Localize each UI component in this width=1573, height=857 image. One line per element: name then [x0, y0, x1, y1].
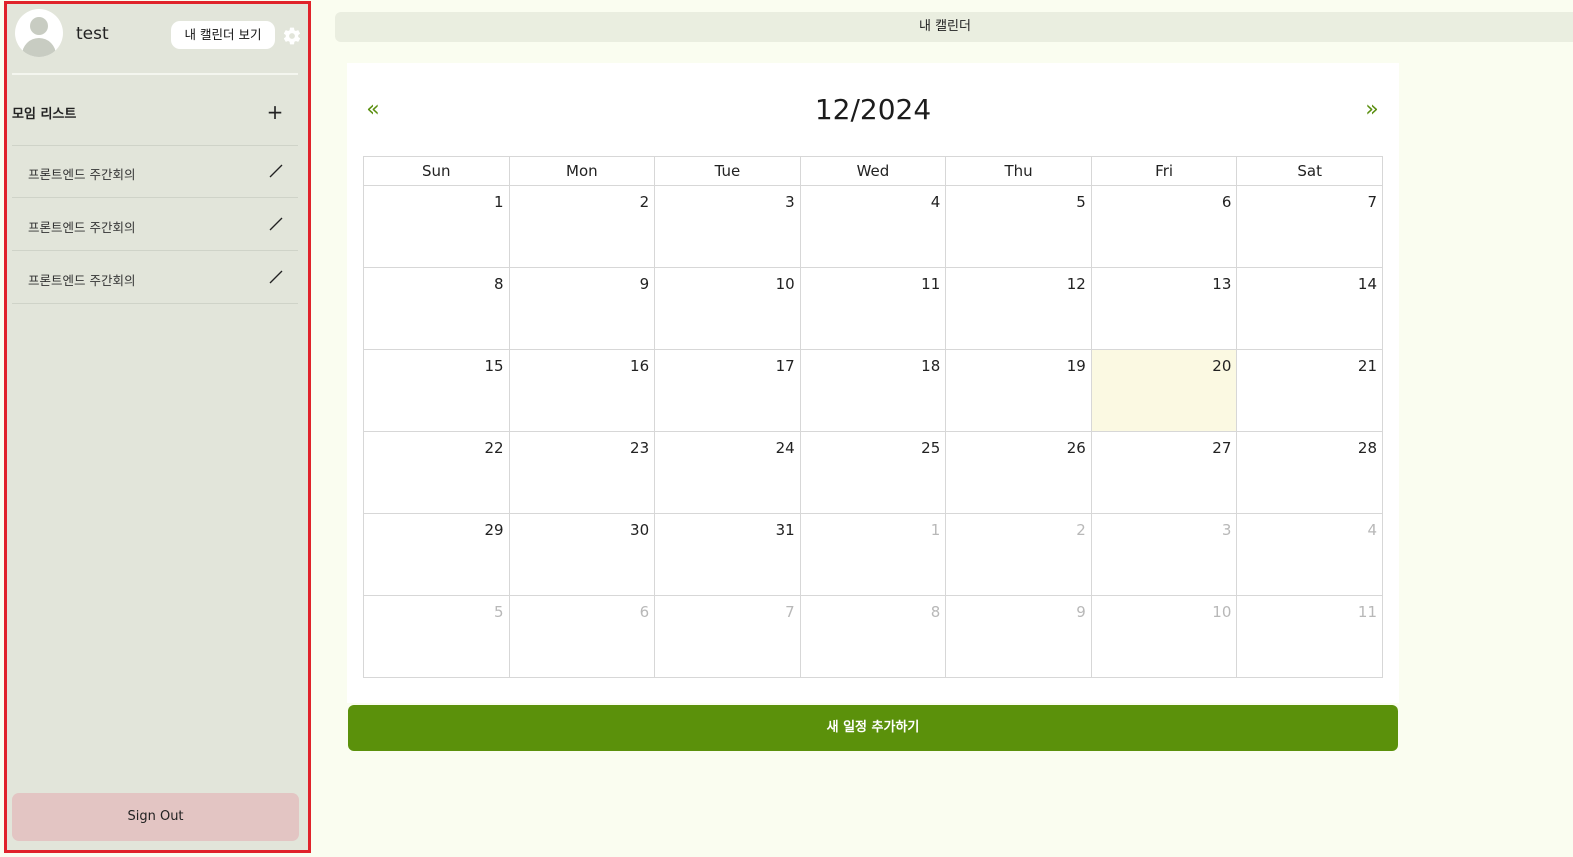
- calendar-day[interactable]: 9: [508, 267, 656, 350]
- weekday-header-row: Sun Mon Tue Wed Thu Fri Sat: [363, 156, 1383, 186]
- calendar-day[interactable]: 27: [1090, 431, 1238, 514]
- calendar-day[interactable]: 11: [799, 267, 947, 350]
- calendar-day-other-month[interactable]: 9: [945, 595, 1092, 678]
- group-item-label: 프론트엔드 주간회의: [28, 273, 136, 288]
- calendar-day[interactable]: 22: [363, 431, 510, 514]
- weekday-header: Sat: [1236, 156, 1383, 186]
- calendar-day-other-month[interactable]: 8: [799, 595, 947, 678]
- gear-icon[interactable]: [282, 26, 302, 46]
- calendar-day[interactable]: 4: [799, 185, 947, 268]
- calendar-grid: Sun Mon Tue Wed Thu Fri Sat 1 2 3 4 5 6 7 8 9 10 1…: [363, 156, 1383, 678]
- calendar-week-row: 8 9 10 11 12 13 14: [363, 267, 1383, 350]
- calendar-day[interactable]: 8: [363, 267, 510, 350]
- calendar-day[interactable]: 25: [799, 431, 947, 514]
- calendar-day-other-month[interactable]: 11: [1236, 595, 1383, 678]
- weekday-header: Wed: [799, 156, 947, 186]
- calendar-day[interactable]: 18: [799, 349, 947, 432]
- calendar-week-row: 1234567: [363, 185, 1383, 268]
- calendar-day-other-month[interactable]: 10: [1090, 595, 1238, 678]
- add-event-button[interactable]: 새 일정 추가하기: [348, 705, 1398, 751]
- calendar-day[interactable]: 10: [654, 267, 801, 350]
- calendar-day[interactable]: 1: [363, 185, 510, 268]
- weekday-header: Tue: [654, 156, 801, 186]
- calendar-day[interactable]: 21: [1236, 349, 1383, 432]
- pencil-icon[interactable]: [267, 215, 285, 233]
- sidebar: test 내 캘린더 보기 모임 리스트 + 프론트엔드 주간회의 프론트엔드 …: [4, 1, 311, 853]
- calendar-day-other-month[interactable]: 3: [1090, 513, 1238, 596]
- group-list-title: 모임 리스트: [12, 107, 77, 122]
- pencil-icon[interactable]: [267, 268, 285, 286]
- calendar-day[interactable]: 12: [945, 267, 1092, 350]
- calendar-day-other-month[interactable]: 1: [799, 513, 947, 596]
- group-item[interactable]: 프론트엔드 주간회의: [12, 252, 298, 304]
- calendar-week-row: 22 23 24 25 26 27 28: [363, 431, 1383, 514]
- weekday-header: Mon: [508, 156, 656, 186]
- pencil-icon[interactable]: [267, 162, 285, 180]
- calendar-day[interactable]: 6: [1090, 185, 1238, 268]
- calendar-day[interactable]: 24: [654, 431, 801, 514]
- calendar-day-other-month[interactable]: 4: [1236, 513, 1383, 596]
- double-chevron-left-icon[interactable]: «: [361, 96, 385, 124]
- calendar-day[interactable]: 13: [1090, 267, 1238, 350]
- calendar-day[interactable]: 31: [654, 513, 801, 596]
- calendar-day[interactable]: 30: [508, 513, 656, 596]
- calendar-day[interactable]: 7: [1236, 185, 1383, 268]
- double-chevron-right-icon[interactable]: »: [1360, 96, 1384, 124]
- calendar-day[interactable]: 14: [1236, 267, 1383, 350]
- calendar-day[interactable]: 28: [1236, 431, 1383, 514]
- calendar-day[interactable]: 19: [945, 349, 1092, 432]
- calendar-week-row: 5 6 7 8 9 10 11: [363, 595, 1383, 678]
- page-title: 내 캘린더: [919, 19, 971, 34]
- calendar-day[interactable]: 2: [508, 185, 656, 268]
- weekday-header: Fri: [1090, 156, 1238, 186]
- group-item[interactable]: 프론트엔드 주간회의: [12, 199, 298, 251]
- calendar-week-row: 15 16 17 18 19 20 21: [363, 349, 1383, 432]
- profile-divider: [12, 73, 298, 75]
- page-title-bar: 내 캘린더: [335, 12, 1573, 42]
- calendar-week-row: 29 30 31 1 2 3 4: [363, 513, 1383, 596]
- group-item-label: 프론트엔드 주간회의: [28, 220, 136, 235]
- profile-header: test 내 캘린더 보기: [12, 8, 304, 64]
- calendar-day[interactable]: 5: [945, 185, 1092, 268]
- calendar-day-today[interactable]: 20: [1090, 349, 1238, 432]
- month-title: 12/2024: [814, 93, 932, 126]
- calendar-day-other-month[interactable]: 7: [654, 595, 801, 678]
- calendar-day-other-month[interactable]: 2: [945, 513, 1092, 596]
- calendar-day[interactable]: 26: [945, 431, 1092, 514]
- user-avatar-icon[interactable]: [15, 9, 63, 57]
- calendar-day[interactable]: 29: [363, 513, 510, 596]
- calendar-day-other-month[interactable]: 5: [363, 595, 510, 678]
- my-calendar-button[interactable]: 내 캘린더 보기: [171, 21, 275, 49]
- calendar-day[interactable]: 16: [508, 349, 656, 432]
- sign-out-button[interactable]: Sign Out: [12, 793, 299, 841]
- calendar-day[interactable]: 15: [363, 349, 510, 432]
- username: test: [76, 24, 109, 44]
- group-item[interactable]: 프론트엔드 주간회의: [12, 146, 298, 198]
- group-item-label: 프론트엔드 주간회의: [28, 167, 136, 182]
- calendar-day-other-month[interactable]: 6: [508, 595, 656, 678]
- calendar-day[interactable]: 3: [654, 185, 801, 268]
- plus-icon[interactable]: +: [264, 101, 286, 123]
- calendar-day[interactable]: 17: [654, 349, 801, 432]
- calendar-day[interactable]: 23: [508, 431, 656, 514]
- weekday-header: Sun: [363, 156, 510, 186]
- weekday-header: Thu: [945, 156, 1092, 186]
